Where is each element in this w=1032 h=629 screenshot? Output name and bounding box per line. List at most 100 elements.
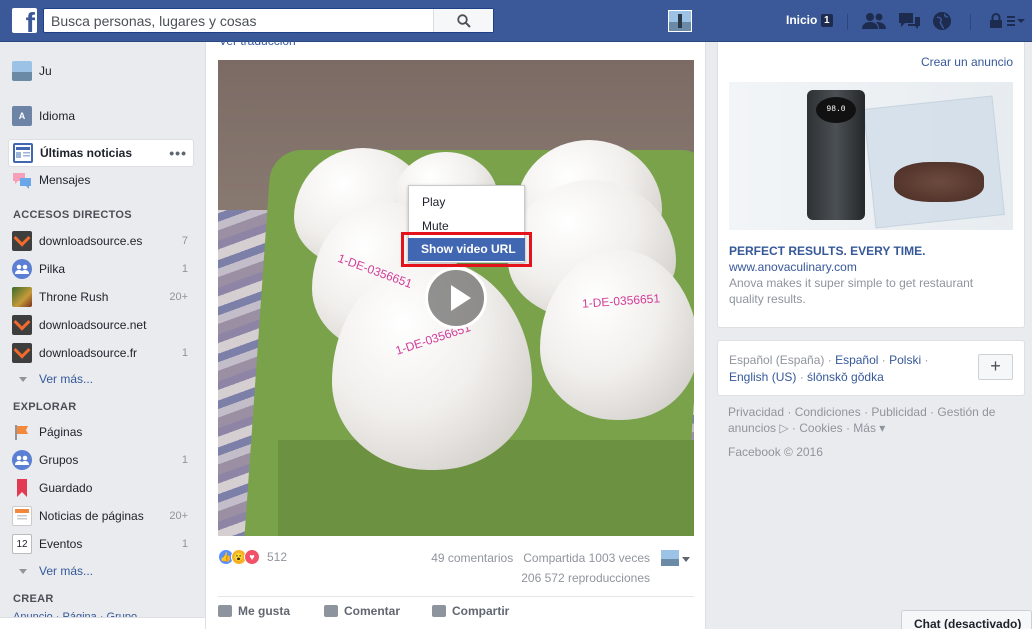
sidebar-item-profile[interactable]: Ju <box>8 58 194 84</box>
feed-post: Ver traducción 1-DE-0356651 1-DE-0356651… <box>205 34 706 629</box>
sidebar-item-count: 1 <box>181 538 188 550</box>
menu-item-play[interactable]: Play <box>422 195 445 209</box>
downloadsource-icon <box>12 315 32 335</box>
device-display: 98.0 <box>816 97 856 123</box>
sidebar-item-label: downloadsource.fr <box>39 346 138 360</box>
pages-feed-icon <box>12 506 32 526</box>
share-as-avatar[interactable] <box>661 550 679 566</box>
home-link[interactable]: Inicio <box>786 13 817 27</box>
sidebar-item-shortcut[interactable]: downloadsource.es 7 <box>8 228 194 254</box>
sidebar-item-messages[interactable]: Mensajes <box>8 167 194 193</box>
views-count: 206 572 reproducciones <box>521 571 650 585</box>
sidebar-item-language[interactable]: A Idioma <box>8 103 194 129</box>
profile-thumbnail <box>12 61 32 81</box>
sidebar-item-news-feed[interactable]: Últimas noticias ••• <box>8 139 194 167</box>
settings-menu-icon[interactable] <box>1004 10 1028 32</box>
shortcuts-heading: ACCESOS DIRECTOS <box>13 209 132 221</box>
sidebar-item-label: downloadsource.net <box>39 318 147 332</box>
ad-url[interactable]: www.anovaculinary.com <box>729 260 857 274</box>
sidebar-item-label: Últimas noticias <box>40 146 133 160</box>
language-link-english[interactable]: English (US) <box>729 370 796 384</box>
highlight-box <box>401 232 532 267</box>
sidebar-item-shortcut[interactable]: Pilka 1 <box>8 256 194 282</box>
post-action-bar: Me gusta Comentar Compartir <box>218 596 694 629</box>
see-more-label: Ver más... <box>39 564 94 578</box>
add-language-button[interactable]: + <box>978 354 1013 380</box>
sponsored-ad-card: Crear un anuncio 98.0 PERFECT RESULTS. E… <box>717 42 1025 328</box>
sous-vide-device: 98.0 <box>807 90 865 220</box>
chevron-down-icon <box>19 568 27 574</box>
profile-avatar[interactable] <box>668 10 692 32</box>
like-label: Me gusta <box>238 604 291 618</box>
sidebar-item-label: Guardado <box>39 481 93 495</box>
language-list: Español (España) · Español · Polski · En… <box>729 353 929 384</box>
sidebar-item-groups[interactable]: Grupos 1 <box>8 447 194 473</box>
sidebar-item-count: 7 <box>181 235 188 247</box>
calendar-icon: 12 <box>12 534 32 554</box>
language-link-espanol[interactable]: Español <box>835 353 878 367</box>
sidebar-item-label: Noticias de páginas <box>39 509 144 523</box>
sidebar-item-count: 1 <box>181 347 188 359</box>
facebook-logo-icon[interactable]: f <box>12 8 37 33</box>
see-translation-link[interactable]: Ver traducción <box>219 34 296 48</box>
share-icon <box>432 605 446 617</box>
reactions-count: 512 <box>267 550 288 564</box>
more-options-icon[interactable]: ••• <box>169 145 187 161</box>
groups-icon <box>12 450 32 470</box>
translate-icon: A <box>12 106 32 126</box>
sidebar-profile-name: Ju <box>39 64 52 78</box>
search-input[interactable] <box>44 9 433 32</box>
search-button[interactable] <box>433 9 493 32</box>
footer-links[interactable]: Privacidad · Condiciones · Publicidad · … <box>728 404 1018 436</box>
reactions-summary[interactable]: 👍 😮 ♥ 512 <box>218 549 287 565</box>
menu-item-mute[interactable]: Mute <box>422 219 449 233</box>
sidebar-item-label: Throne Rush <box>39 290 109 304</box>
create-ad-link[interactable]: Crear un anuncio <box>921 55 1013 69</box>
sidebar-item-events[interactable]: 12 Eventos 1 <box>8 531 194 557</box>
throne-rush-icon <box>12 287 32 307</box>
notifications-globe-icon[interactable] <box>930 10 954 32</box>
sidebar-item-shortcut[interactable]: downloadsource.net <box>8 312 194 338</box>
comments-count[interactable]: 49 comentarios <box>431 551 513 565</box>
play-button-icon[interactable] <box>425 267 487 329</box>
search-box <box>43 8 494 33</box>
sidebar-item-count: 1 <box>181 454 188 466</box>
flag-icon <box>12 422 32 442</box>
top-navigation-bar: f Inicio 1 <box>0 0 1032 42</box>
share-label: Compartir <box>452 604 510 618</box>
sidebar-item-pages-feed[interactable]: Noticias de páginas 20+ <box>8 503 194 529</box>
sidebar-item-pages[interactable]: Páginas <box>8 419 194 445</box>
sidebar-item-shortcut[interactable]: Throne Rush 20+ <box>8 284 194 310</box>
language-link-polski[interactable]: Polski <box>889 353 921 367</box>
left-sidebar: Ju A Idioma Últimas noticias ••• Mensaje… <box>0 42 205 629</box>
sidebar-item-count: 20+ <box>169 510 188 522</box>
sidebar-item-saved[interactable]: Guardado <box>8 475 194 501</box>
language-link-silesian[interactable]: ślōnskŏ gŏdka <box>807 370 884 384</box>
chevron-down-icon[interactable] <box>682 557 690 562</box>
friend-requests-icon[interactable] <box>862 10 886 32</box>
comment-icon <box>324 605 338 617</box>
like-button[interactable]: Me gusta <box>218 604 290 618</box>
see-more-explore-link[interactable]: Ver más... <box>19 564 93 578</box>
footer-copyright: Facebook © 2016 <box>728 445 823 459</box>
share-button[interactable]: Compartir <box>432 604 509 618</box>
sidebar-item-shortcut[interactable]: downloadsource.fr 1 <box>8 340 194 366</box>
ad-image[interactable]: 98.0 <box>729 82 1013 230</box>
sidebar-item-label: Páginas <box>39 425 83 439</box>
home-badge: 1 <box>821 14 833 27</box>
sidebar-item-label: Eventos <box>39 537 83 551</box>
ad-title[interactable]: PERFECT RESULTS. EVERY TIME. <box>729 244 925 258</box>
messages-icon[interactable] <box>897 10 921 32</box>
chat-sidebar-toggle[interactable]: Chat (desactivado) <box>901 610 1032 629</box>
downloadsource-icon <box>12 231 32 251</box>
love-reaction-icon: ♥ <box>244 549 260 565</box>
comment-button[interactable]: Comentar <box>324 604 400 618</box>
shares-count[interactable]: Compartida 1003 veces <box>523 551 650 565</box>
group-icon <box>12 259 32 279</box>
bookmark-icon <box>12 478 32 498</box>
video-player[interactable]: 1-DE-0356651 1-DE-0356651 1-DE-0356651 <box>218 60 694 536</box>
see-more-shortcuts-link[interactable]: Ver más... <box>19 372 93 386</box>
create-heading: CREAR <box>13 593 54 605</box>
sidebar-item-count: 20+ <box>169 291 188 303</box>
sidebar-item-label: Idioma <box>39 109 76 123</box>
